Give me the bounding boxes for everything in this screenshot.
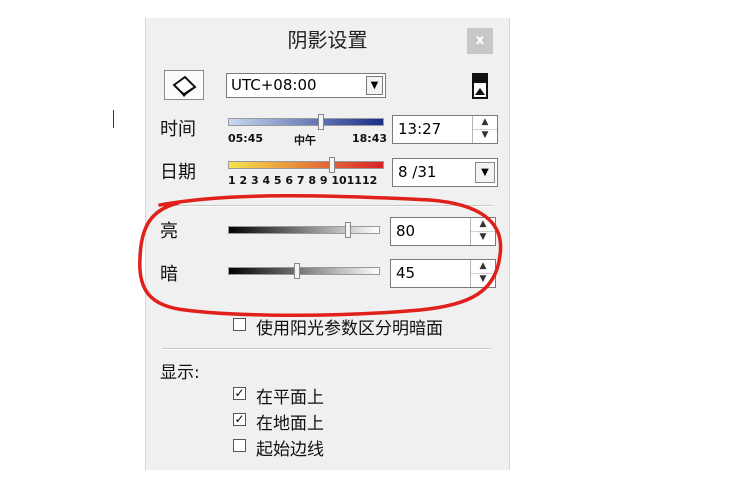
annotation-highlight bbox=[138, 193, 503, 318]
